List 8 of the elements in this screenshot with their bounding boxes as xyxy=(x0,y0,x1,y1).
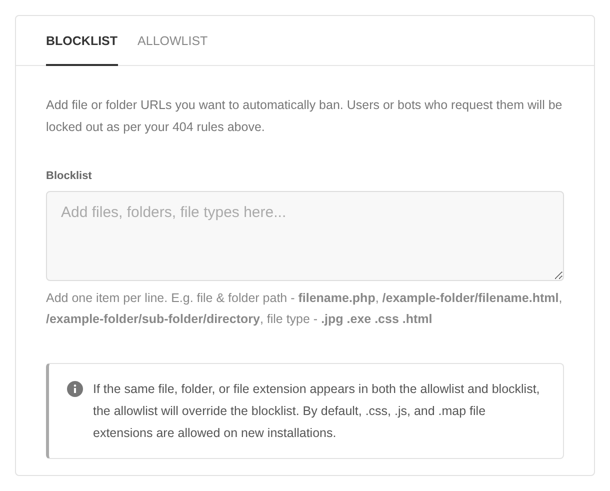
blocklist-field[interactable]: Add files, folders, file types here... xyxy=(46,190,564,280)
field-label: Blocklist xyxy=(46,169,93,184)
info-icon xyxy=(67,380,83,396)
notice-text: If the same file, folder, or file extension appears in both the allowlist and blocklist, the allowlist will override the blocklist. By default, .css, .js, and .map file extensions are allowed on new installations. xyxy=(93,380,541,442)
tab[interactable]: BLOCKLIST xyxy=(46,16,118,66)
description-text: Add file or folder URLs you want to automatically ban. Users or bots who request them will be locked out as per your 404 rules above. xyxy=(46,97,564,136)
hint-text: Add one item per line. E.g. file & folder path - filename.php, /example-folder/filename.html, /example-folder/sub-folder/directory, file type - .jpg .exe .css .html xyxy=(46,290,564,328)
tab[interactable]: ALLOWLIST xyxy=(138,16,208,66)
